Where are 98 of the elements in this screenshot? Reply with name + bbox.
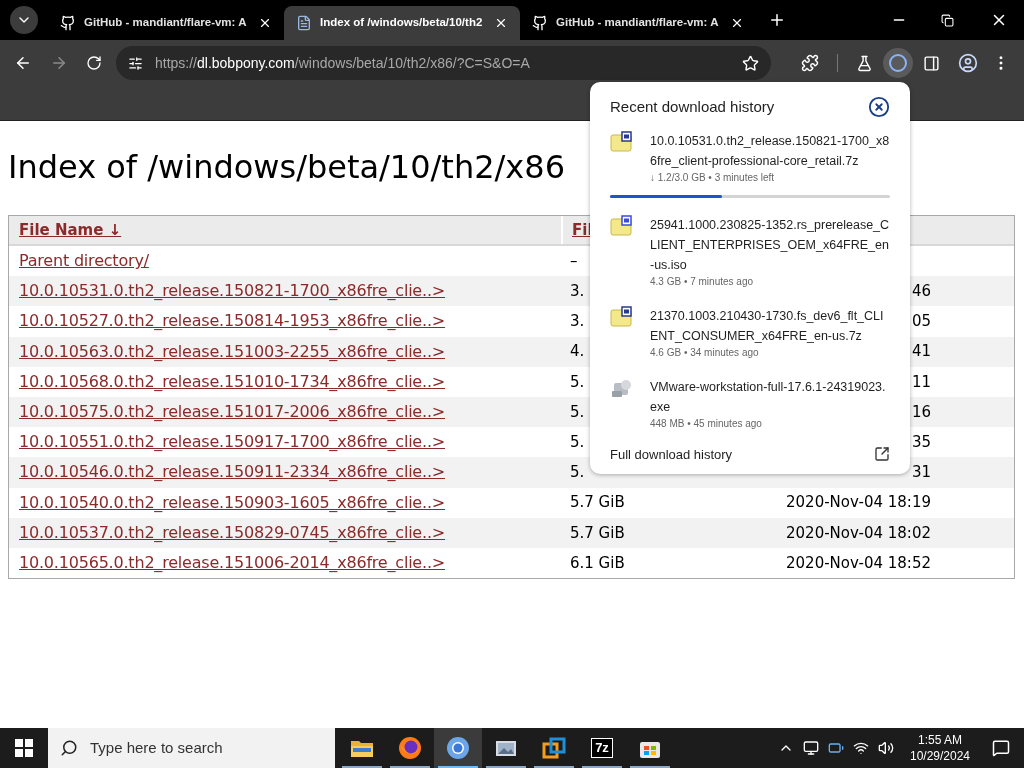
file-size: 5. [570, 463, 585, 482]
file-size: 4. [570, 342, 585, 361]
download-status: 4.3 GB • 7 minutes ago [650, 274, 754, 289]
file-size: 5. [570, 402, 585, 421]
file-link[interactable]: 10.0.10565.0.th2_release.151006-2014_x86fre_clie..> [19, 552, 445, 572]
file-date: 2020-Nov-04 18:19 [786, 492, 931, 514]
flask-icon[interactable] [856, 54, 874, 72]
file-link[interactable]: 10.0.10568.0.th2_release.151010-1734_x86fre_clie..> [19, 371, 445, 391]
download-item[interactable]: VMware-workstation-full-17.6.1-24319023.exe 448 MB • 45 minutes ago [590, 376, 910, 431]
file-link[interactable]: 10.0.10527.0.th2_release.150814-1953_x86fre_clie..> [19, 311, 445, 331]
browser-tab[interactable]: GitHub - mandiant/flare-vm: A [520, 6, 756, 40]
file-date: 2020-Nov-04 18:02 [786, 522, 931, 544]
file-date: 16 [911, 401, 931, 423]
file-size: 5.7 GiB [570, 493, 625, 512]
download-file-name: VMware-workstation-full-17.6.1-24319023.exe [650, 378, 887, 416]
forward-icon[interactable] [50, 54, 68, 72]
file-size: 6.1 GiB [570, 553, 625, 572]
file-date: 35 [911, 431, 931, 453]
file-size: 5.7 GiB [570, 523, 625, 542]
github-icon [60, 15, 76, 31]
reload-icon[interactable] [85, 55, 102, 71]
download-item[interactable]: 21370.1003.210430-1730.fs_dev6_flt_CLIENT_CONSUMER_x64FRE_en-us.7z 4.6 GB • 34 minutes ago [590, 305, 910, 360]
taskbar-app[interactable]: 7z [578, 728, 626, 768]
disc-image-file-icon [610, 214, 634, 237]
column-header-link[interactable]: File Name ↓ [19, 220, 122, 239]
file-link[interactable]: 10.0.10537.0.th2_release.150829-0745_x86fre_clie..> [19, 522, 445, 542]
file-link[interactable]: 10.0.10575.0.th2_release.151017-2006_x86fre_clie..> [19, 402, 445, 422]
download-status: 4.6 GB • 34 minutes ago [650, 345, 760, 360]
close-icon[interactable] [258, 16, 272, 30]
taskbar-app[interactable] [434, 728, 482, 768]
clock-time: 1:55 AM [918, 732, 962, 748]
download-file-name: 21370.1003.210430-1730.fs_dev6_flt_CLIENT_CONSUMER_x64FRE_en-us.7z [650, 307, 885, 345]
windows-logo-icon[interactable] [15, 739, 33, 757]
profile-icon[interactable] [958, 53, 979, 73]
page-heading: Index of /windows/beta/10/th2/x86 [8, 147, 565, 187]
close-icon[interactable] [868, 96, 890, 119]
tab-search-button[interactable] [10, 6, 38, 34]
file-link[interactable]: 10.0.10563.0.th2_release.151003-2255_x86fre_clie..> [19, 341, 445, 361]
battery-icon[interactable] [828, 740, 844, 756]
download-status: ↓ 1.2/3.0 GB • 3 minutes left [650, 170, 776, 185]
file-date: 46 [911, 281, 931, 303]
folder-icon [350, 738, 374, 758]
download-item[interactable]: 10.0.10531.0.th2_release.150821-1700_x86fre_client-professional-core_retail.7z ↓ 1.2/3.0 GB • 3 minutes left [590, 130, 910, 198]
page-icon [296, 15, 312, 31]
github-icon [532, 15, 548, 31]
browser-tab[interactable]: GitHub - mandiant/flare-vm: A [48, 6, 284, 40]
new-tab-icon[interactable] [768, 11, 786, 29]
file-date: 05 [911, 311, 931, 333]
taskbar-search-field[interactable]: Type here to search [48, 728, 335, 768]
back-icon[interactable] [14, 54, 32, 72]
overlapping-squares-icon [542, 736, 566, 760]
archive-file-icon [610, 305, 634, 328]
download-status: 448 MB • 45 minutes ago [650, 416, 763, 431]
file-link[interactable]: 10.0.10531.0.th2_release.150821-1700_x86fre_clie..> [19, 281, 445, 301]
tab-title: GitHub - mandiant/flare-vm: A [556, 15, 720, 31]
file-size: 5. [570, 432, 585, 451]
address-bar[interactable]: https://dl.bobpony.com/windows/beta/10/th2/x86/?C=S&O=A [115, 46, 772, 80]
side-panel-icon[interactable] [923, 54, 941, 72]
file-size: – [570, 251, 578, 270]
file-link[interactable]: Parent directory/ [19, 251, 149, 271]
file-date: 31 [911, 462, 931, 484]
clock-date: 10/29/2024 [909, 748, 971, 764]
browser-tab[interactable]: Index of /windows/beta/10/th2 [284, 6, 520, 40]
file-date: 41 [911, 341, 931, 363]
popup-title: Recent download history [610, 97, 775, 117]
external-link-icon[interactable] [874, 446, 890, 463]
file-link[interactable]: 10.0.10546.0.th2_release.150911-2334_x86fre_clie..> [19, 462, 445, 482]
url-text: https://dl.bobpony.com/windows/beta/10/th2/x86/?C=S&O=A [154, 53, 531, 73]
archive-file-icon [610, 130, 634, 153]
close-icon[interactable] [730, 16, 744, 30]
download-file-name: 25941.1000.230825-1352.rs_prerelease_CLIENT_ENTERPRISES_OEM_x64FRE_en-us.iso [650, 216, 890, 274]
tab-title: GitHub - mandiant/flare-vm: A [84, 15, 248, 31]
restore-icon[interactable] [941, 13, 954, 27]
sevenzip-icon: 7z [591, 738, 613, 758]
file-size: 5. [570, 372, 585, 391]
downloads-button[interactable] [883, 48, 914, 78]
file-date: 2020-Nov-04 18:52 [786, 552, 931, 574]
tab-title: Index of /windows/beta/10/th2 [320, 15, 484, 31]
chrome-icon [446, 736, 470, 760]
file-date: 11 [911, 371, 931, 393]
notifications-icon[interactable] [992, 739, 1010, 757]
file-link[interactable]: 10.0.10551.0.th2_release.150917-1700_x86fre_clie..> [19, 432, 445, 452]
search-placeholder: Type here to search [90, 737, 223, 758]
search-icon [60, 739, 78, 757]
bookmark-star-icon[interactable] [742, 54, 760, 72]
download-file-name: 10.0.10531.0.th2_release.150821-1700_x86fre_client-professional-core_retail.7z [650, 132, 890, 170]
full-history-link[interactable]: Full download history [610, 444, 733, 464]
file-link[interactable]: 10.0.10540.0.th2_release.150903-1605_x86fre_clie..> [19, 492, 445, 512]
file-size: 3. [570, 312, 585, 331]
extensions-icon[interactable] [801, 54, 820, 72]
close-icon[interactable] [494, 16, 508, 30]
site-info-icon[interactable] [127, 55, 143, 71]
network-icon[interactable] [853, 740, 869, 756]
firefox-icon [398, 736, 422, 760]
download-item[interactable]: 25941.1000.230825-1352.rs_prerelease_CLIENT_ENTERPRISES_OEM_x64FRE_en-us.iso 4.3 GB • 7 minutes ago [590, 214, 910, 289]
file-size: 3. [570, 282, 585, 301]
volume-icon[interactable] [878, 740, 894, 756]
monitor-icon[interactable] [803, 740, 819, 756]
